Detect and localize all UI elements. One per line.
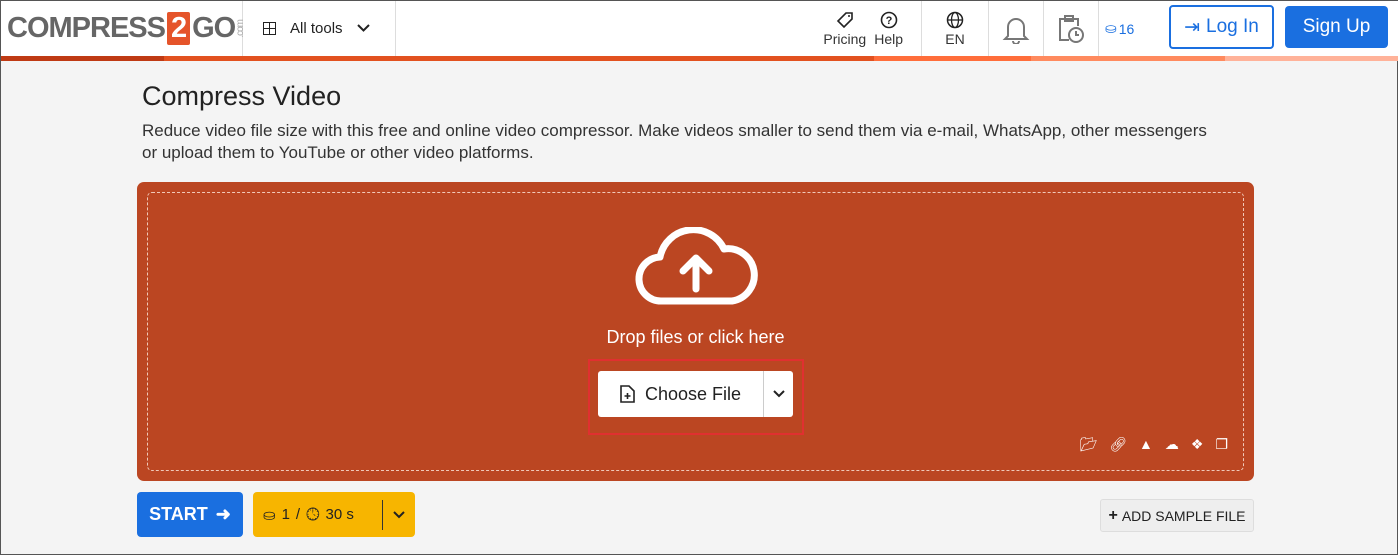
file-drop-zone[interactable]: Drop files or click here Choose File 📂︎ … xyxy=(137,182,1254,481)
all-tools-label: All tools xyxy=(290,20,343,37)
login-icon: ⇥ xyxy=(1184,16,1201,38)
coin-icon: ⛀ xyxy=(263,506,276,524)
pricing-label: Pricing xyxy=(823,30,867,47)
clipboard-clock-icon xyxy=(1059,14,1084,43)
chevron-down-icon xyxy=(772,390,785,398)
logo-suffix: .com xyxy=(235,19,247,38)
credits-indicator[interactable]: ⛀ 16 xyxy=(1099,20,1139,37)
drop-text: Drop files or click here xyxy=(606,327,785,347)
globe-icon xyxy=(946,11,964,28)
choose-file-dropdown[interactable] xyxy=(763,371,793,417)
grid-icon xyxy=(263,22,276,35)
language-selector[interactable]: EN xyxy=(922,11,988,47)
history-button[interactable] xyxy=(1044,13,1098,45)
header-stripe xyxy=(1,56,1398,61)
bell-icon xyxy=(1002,17,1030,44)
chevron-down-icon xyxy=(393,510,405,518)
onedrive-icon[interactable]: ☁ xyxy=(1165,436,1179,453)
arrow-right-icon: ➜ xyxy=(215,504,231,524)
choose-file-button[interactable]: Choose File xyxy=(598,371,763,417)
logo-text: COMPRESS xyxy=(7,12,166,44)
tag-icon xyxy=(836,11,853,28)
all-tools-menu[interactable]: All tools xyxy=(243,1,396,56)
link-icon[interactable]: 🔗︎ xyxy=(1109,436,1127,453)
folder-icon[interactable]: 📂︎ xyxy=(1079,436,1097,453)
language-label: EN xyxy=(945,30,965,47)
separator: / xyxy=(295,506,301,523)
pricing-link[interactable]: Pricing xyxy=(823,11,866,47)
clock-icon: 🕓︎ xyxy=(306,504,320,524)
logo[interactable]: COMPRESS 2 GO .com xyxy=(1,1,247,56)
help-link[interactable]: ? Help xyxy=(874,11,903,47)
google-drive-icon[interactable]: ▲ xyxy=(1139,436,1153,453)
logo-number: 2 xyxy=(166,12,191,45)
add-sample-label: ADD SAMPLE FILE xyxy=(1121,507,1246,524)
credit-cost: 1 xyxy=(281,506,290,523)
logo-text-go: GO xyxy=(192,12,236,44)
choose-file-label: Choose File xyxy=(644,383,742,404)
chevron-down-icon xyxy=(356,24,370,32)
coin-icon: ⛀ xyxy=(1105,20,1117,36)
notifications-button[interactable] xyxy=(989,14,1043,44)
cloud-upload-icon xyxy=(635,227,758,305)
clipboard-icon[interactable]: ❐ xyxy=(1215,436,1228,453)
dropbox-icon[interactable]: ❖ xyxy=(1191,436,1204,453)
svg-text:?: ? xyxy=(885,15,892,27)
file-add-icon xyxy=(620,385,635,403)
start-label: START xyxy=(149,504,208,524)
credit-dropdown[interactable] xyxy=(383,510,415,519)
add-sample-file-button[interactable]: + ADD SAMPLE FILE xyxy=(1100,499,1254,532)
help-icon: ? xyxy=(880,11,897,28)
source-icons: 📂︎ 🔗︎ ▲ ☁ ❖ ❐ xyxy=(1079,436,1228,453)
credits-count: 16 xyxy=(1118,20,1135,37)
page-title: Compress Video xyxy=(142,81,342,111)
login-label: Log In xyxy=(1206,16,1259,37)
login-button[interactable]: ⇥ Log In xyxy=(1169,5,1274,49)
choose-file-group: Choose File xyxy=(598,371,793,417)
signup-button[interactable]: Sign Up xyxy=(1285,6,1388,48)
plus-icon: + xyxy=(1108,506,1118,524)
help-label: Help xyxy=(874,30,903,47)
time-limit: 30 s xyxy=(325,506,354,523)
start-button[interactable]: START ➜ xyxy=(137,492,243,537)
credit-cost-selector[interactable]: ⛀ 1 / 🕓︎ 30 s xyxy=(253,492,415,537)
page-description: Reduce video file size with this free an… xyxy=(142,121,1207,162)
